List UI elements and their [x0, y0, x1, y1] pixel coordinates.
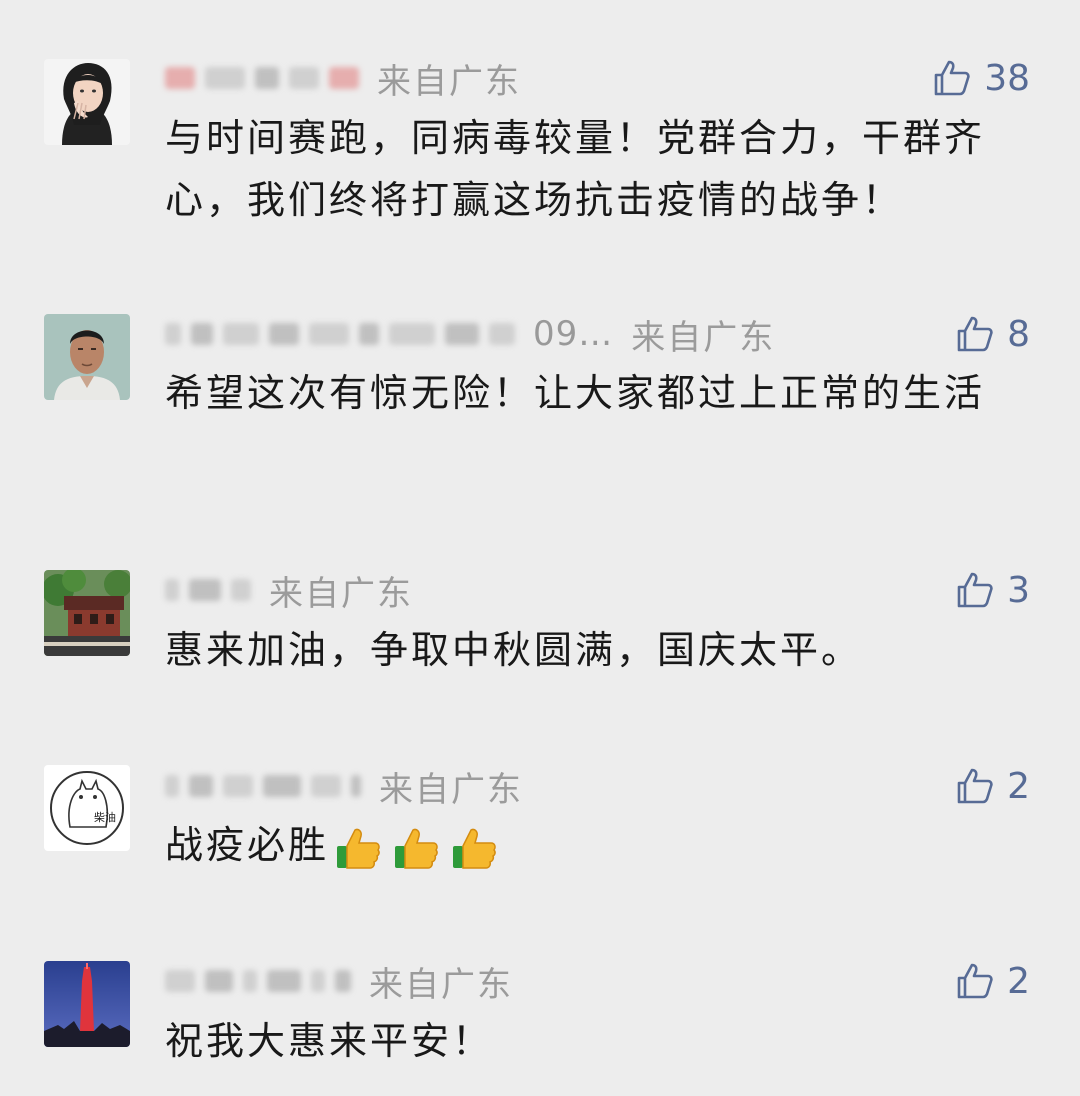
temple-avatar-icon[interactable] [44, 570, 130, 656]
like-count: 38 [984, 57, 1030, 99]
comment-text: 祝我大惠来平安！ [165, 1019, 494, 1063]
thumbs-up-emoji-icon [451, 824, 499, 872]
red-tower-night-avatar-icon[interactable] [44, 961, 130, 1047]
man-portrait-avatar-icon[interactable] [44, 314, 130, 400]
totoro-logo-avatar-icon[interactable]: 柴油 [44, 765, 130, 851]
comment-meta: 来自广东 [165, 54, 521, 102]
comment-text: 惠来加油，争取中秋圆满，国庆太平。 [165, 628, 863, 672]
blurred-username[interactable] [165, 323, 515, 345]
thumbs-up-icon [955, 570, 995, 610]
blurred-username[interactable] [165, 67, 359, 89]
comment-location: 来自广东 [377, 61, 521, 102]
thumbs-up-emoji-icon [393, 824, 441, 872]
thumbs-up-icon [955, 961, 995, 1001]
comment-location: 来自广东 [631, 317, 776, 358]
woman-avatar-icon[interactable] [44, 59, 130, 145]
like-button[interactable]: 2 [955, 957, 1030, 1005]
comment-text-row: 战疫必胜 [165, 814, 1025, 876]
comment-meta: 09… 来自广东 [165, 310, 775, 358]
blurred-username[interactable] [165, 579, 251, 601]
like-count: 2 [1007, 960, 1030, 1002]
like-count: 3 [1007, 569, 1030, 611]
blurred-username[interactable] [165, 775, 361, 797]
thumbs-up-icon [955, 314, 995, 354]
comment-location: 来自广东 [379, 769, 523, 810]
comment-meta: 来自广东 [165, 762, 523, 810]
comment-text: 与时间赛跑，同病毒较量！党群合力，干群齐心，我们终将打赢这场抗击疫情的战争！ [165, 116, 986, 222]
comment-location: 来自广东 [269, 573, 413, 614]
thumbs-up-emoji-icon [335, 824, 383, 872]
emoji-row [335, 824, 499, 872]
blurred-username[interactable] [165, 970, 351, 992]
thumbs-up-icon [955, 766, 995, 806]
comment-text: 战疫必胜 [165, 823, 330, 867]
like-button[interactable]: 38 [932, 54, 1030, 102]
like-button[interactable]: 2 [955, 762, 1030, 810]
like-button[interactable]: 8 [955, 310, 1030, 358]
thumbs-up-icon [932, 58, 972, 98]
like-count: 2 [1007, 765, 1030, 807]
username-tail: 09… [533, 314, 614, 354]
avatar-logo-text: 柴油 [94, 810, 116, 824]
like-button[interactable]: 3 [955, 566, 1030, 614]
comment-meta: 来自广东 [165, 957, 513, 1005]
comment-location: 来自广东 [369, 964, 513, 1005]
comment-meta: 来自广东 [165, 566, 413, 614]
like-count: 8 [1007, 313, 1030, 355]
comment-text: 希望这次有惊无险！让大家都过上正常的生活 [165, 371, 986, 415]
